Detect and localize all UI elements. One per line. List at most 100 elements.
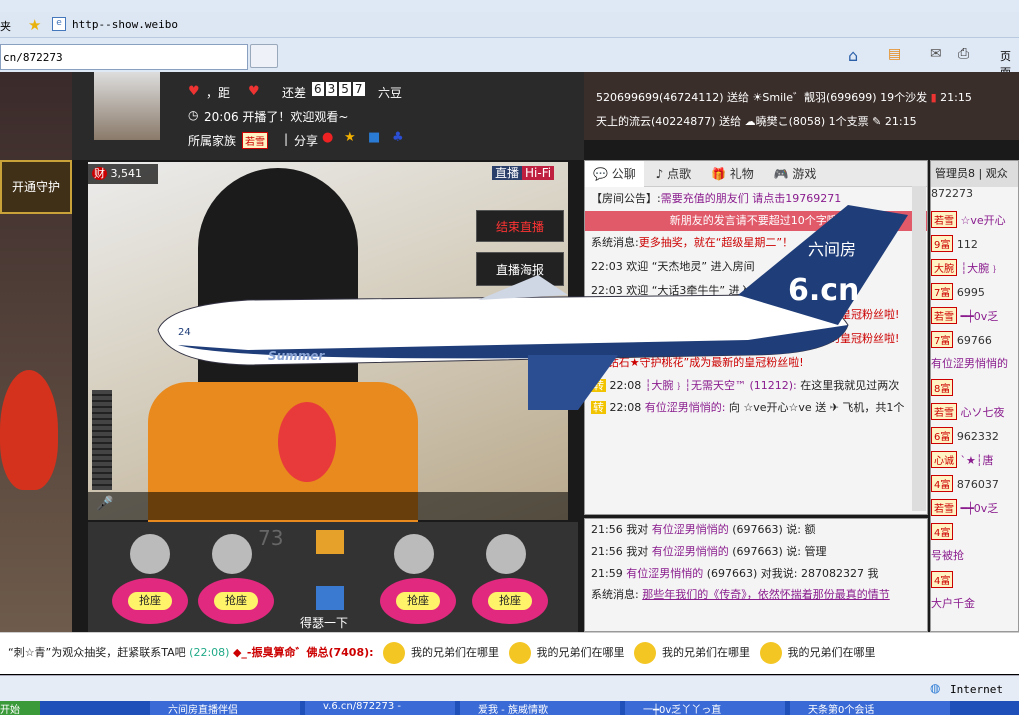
favorites-star-icon[interactable]: ★ [28,16,41,34]
ticker-announcer[interactable]: ◆_-振臭算命゛佛总(7408): [233,646,374,659]
manager-name: ┆大腕﹜ [960,262,1001,275]
gift-time: 21:15 [884,115,917,128]
qzone-icon[interactable]: ★ [344,130,356,145]
microphone-icon[interactable]: 🎤 [96,496,113,512]
system-label: 系统消息: [591,588,639,601]
taskbar-item[interactable]: 爱我 - 族威情歌 [460,701,620,715]
tab-audience[interactable]: 观众 [986,167,1008,180]
heart-icon-2: ♥ [248,84,260,99]
manager-row[interactable]: 若雪 ━┿0v乏 [931,307,1018,331]
manager-row[interactable]: 有位涩男悄悄的 [931,355,1018,379]
plane-logo-text: Summer [268,349,325,363]
grab-seat-button[interactable]: 抢座 [488,592,532,610]
tab-gift[interactable]: 🎁 礼物 [703,161,762,187]
seat-1[interactable]: 抢座 [112,578,188,624]
notice-prefix: 【房间公告】: [591,192,661,205]
private-chat: 21:56 我对 有位涩男悄悄的 (697663) 说: 额 21:56 我对 … [584,518,928,632]
tab-song[interactable]: ♪ 点歌 [648,161,700,187]
grab-seat-button[interactable]: 抢座 [214,592,258,610]
manager-row[interactable]: 872273 [931,187,1018,211]
smiley-icon [634,642,657,664]
manager-row[interactable]: 4富 [931,523,1018,547]
taskbar-item[interactable]: 天条第0个会话 [790,701,950,715]
new-tab-button[interactable] [250,44,278,68]
plane-number: 24 [178,327,191,338]
seat-number: 73 [258,526,284,550]
tab-game[interactable]: 🎮 游戏 [766,161,825,187]
seat-character [316,530,344,610]
manager-name: 号被抢 [931,549,964,562]
manager-row[interactable]: 大腕 ┆大腕﹜ [931,259,1018,283]
grab-seat-button[interactable]: 抢座 [396,592,440,610]
manager-badge: 8富 [931,379,954,396]
manager-row[interactable]: 若雪 ━┿0v乏 [931,499,1018,523]
taskbar-item[interactable]: 一┿0v乏丫丫っ直 [625,701,785,715]
address-bar[interactable]: cn/872273 [0,44,248,70]
manager-badge: 4富 [931,523,954,540]
manager-row[interactable]: 大户千金 [931,595,1018,619]
left-decoration [0,72,72,632]
manager-name: 872273 [931,187,973,200]
feeds-icon[interactable]: ▤ [888,46,901,62]
chat-user[interactable]: 有位涩男悄悄的 [652,545,729,558]
digit-counter: 6357 [312,82,365,96]
gift-row: 520699699(46724112) 送给 ☀Smile゛靓羽(699699)… [596,91,972,104]
ticker-message: 我的兄弟们在哪里 [536,646,625,659]
left-microphone [0,370,58,490]
start-button[interactable]: 开始 [0,701,40,715]
chat-scrollbar[interactable] [912,186,926,511]
guard-button[interactable]: 开通守护 [0,160,72,214]
ticker-message: 我的兄弟们在哪里 [411,646,500,659]
weibo-icon[interactable]: ● [322,130,333,145]
quality-badge[interactable]: 直播 Hi-Fi [492,163,568,183]
manager-row[interactable]: 7富 69766 [931,331,1018,355]
favorites-menu[interactable]: 夹 [0,18,11,34]
volume-meter [92,390,112,490]
gift-item: (8058) 1个支票 [788,115,869,128]
seat-2[interactable]: 抢座 [198,578,274,624]
seat-4[interactable]: 抢座 [472,578,548,624]
chat-user[interactable]: 有位涩男悄悄的 [652,523,729,536]
chat-user[interactable]: 有位涩男悄悄的 [626,567,703,580]
mail-icon[interactable]: ✉ [930,46,942,62]
grab-seat-button[interactable]: 抢座 [128,592,172,610]
chat-text: 说: 管理 [786,545,827,558]
manager-row[interactable]: 9富 112 [931,235,1018,259]
favorites-link[interactable]: http--show.weibo [72,18,178,31]
manager-row[interactable]: 心诚 `★┆唐 [931,451,1018,475]
wealth-icon: 财 [92,167,107,180]
smiley-icon [759,642,782,664]
print-icon[interactable]: ⎙ [958,46,969,62]
wealth-value: 3,541 [110,167,143,180]
manager-badge: 若雪 [931,307,957,324]
gift-user: 曉樊こ [755,115,789,128]
manager-row[interactable]: 若雪 心ソ七夜 [931,403,1018,427]
manager-row[interactable]: 4富 [931,571,1018,595]
seat-3[interactable]: 抢座 [380,578,456,624]
home-icon[interactable]: ⌂ [848,46,858,65]
manager-row[interactable]: 号被抢 [931,547,1018,571]
taskbar-item[interactable]: v.6.cn/872273 - [305,701,455,715]
share-divider: | [284,132,289,146]
tab-managers[interactable]: 管理员8 [935,167,975,180]
taskbar-item[interactable]: 六间房直播伴侣 [150,701,300,715]
system-text[interactable]: 那些年我们的《传奇》，依然怀揣着那份最真的情节 [642,588,890,601]
hifi-label: Hi-Fi [522,166,555,180]
manager-row[interactable]: 8富 [931,379,1018,403]
heart-icon: ♥ [188,84,200,99]
share-label: 分享 [294,134,319,148]
notice-text[interactable]: 需要充值的朋友们 请点击19769271 [661,192,841,205]
tencent-icon[interactable]: ■ [368,130,380,145]
manager-row[interactable]: 6富 962332 [931,427,1018,451]
baidu-icon[interactable]: ♣ [392,130,404,145]
tab-chat[interactable]: 💬 公聊 [585,161,644,187]
seat-center-name: 得瑟一下 [300,616,349,630]
chat-text: 说: 额 [786,523,816,536]
manager-row[interactable]: 4富 876037 [931,475,1018,499]
manager-row[interactable]: 7富 6995 [931,283,1018,307]
manager-row[interactable]: 若雪 ☆ve开心 [931,211,1018,235]
host-avatar[interactable] [94,72,160,140]
start-time: 20:06 开播了！欢迎观看~ [204,110,349,124]
family-badge[interactable]: 若雪 [242,132,268,149]
chat-time: 21:59 [591,567,623,580]
